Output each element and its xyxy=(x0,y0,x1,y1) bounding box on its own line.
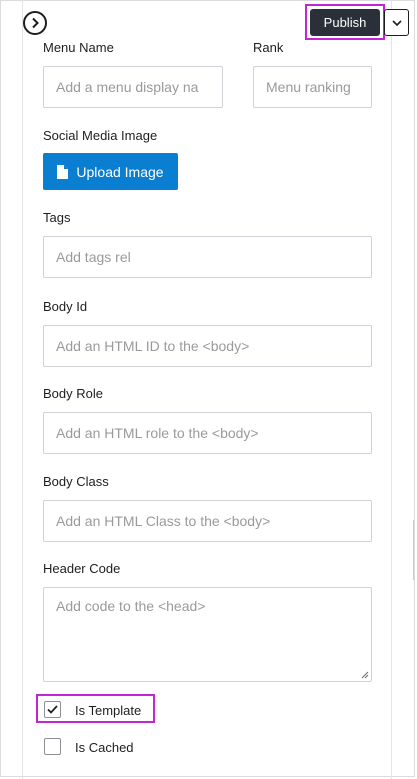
is-cached-checkbox[interactable] xyxy=(44,738,61,755)
body-class-input[interactable]: Add an HTML Class to the <body> xyxy=(43,500,372,542)
body-id-label: Body Id xyxy=(43,299,88,314)
social-media-image-label: Social Media Image xyxy=(43,128,158,143)
tags-input[interactable]: Add tags rel xyxy=(43,236,372,278)
publish-options-button[interactable] xyxy=(384,9,409,36)
checkmark-icon xyxy=(47,705,58,714)
file-icon xyxy=(57,164,69,179)
chevron-right-circle-icon[interactable] xyxy=(23,11,47,35)
body-role-input[interactable]: Add an HTML role to the <body> xyxy=(43,412,372,454)
upload-image-button[interactable]: Upload Image xyxy=(43,153,178,190)
menu-name-label: Menu Name xyxy=(43,40,114,55)
header-code-placeholder: Add code to the <head> xyxy=(56,598,206,614)
rank-label: Rank xyxy=(253,40,284,55)
resize-handle-icon[interactable] xyxy=(361,671,369,679)
header-code-label: Header Code xyxy=(43,561,121,576)
body-class-label: Body Class xyxy=(43,474,109,489)
is-template-label[interactable]: Is Template xyxy=(75,703,141,718)
tags-label: Tags xyxy=(43,210,71,225)
is-template-checkbox[interactable] xyxy=(44,701,61,718)
chevron-down-icon xyxy=(391,19,402,26)
header-code-textarea[interactable]: Add code to the <head> xyxy=(43,587,372,682)
body-id-input[interactable]: Add an HTML ID to the <body> xyxy=(43,325,372,367)
body-role-label: Body Role xyxy=(43,386,103,401)
upload-image-label: Upload Image xyxy=(76,163,164,180)
rank-input[interactable]: Menu ranking xyxy=(253,66,372,108)
publish-button[interactable]: Publish xyxy=(310,9,380,36)
menu-name-input[interactable]: Add a menu display na xyxy=(43,66,223,108)
is-cached-label[interactable]: Is Cached xyxy=(75,740,134,755)
scrollbar[interactable] xyxy=(413,520,414,580)
